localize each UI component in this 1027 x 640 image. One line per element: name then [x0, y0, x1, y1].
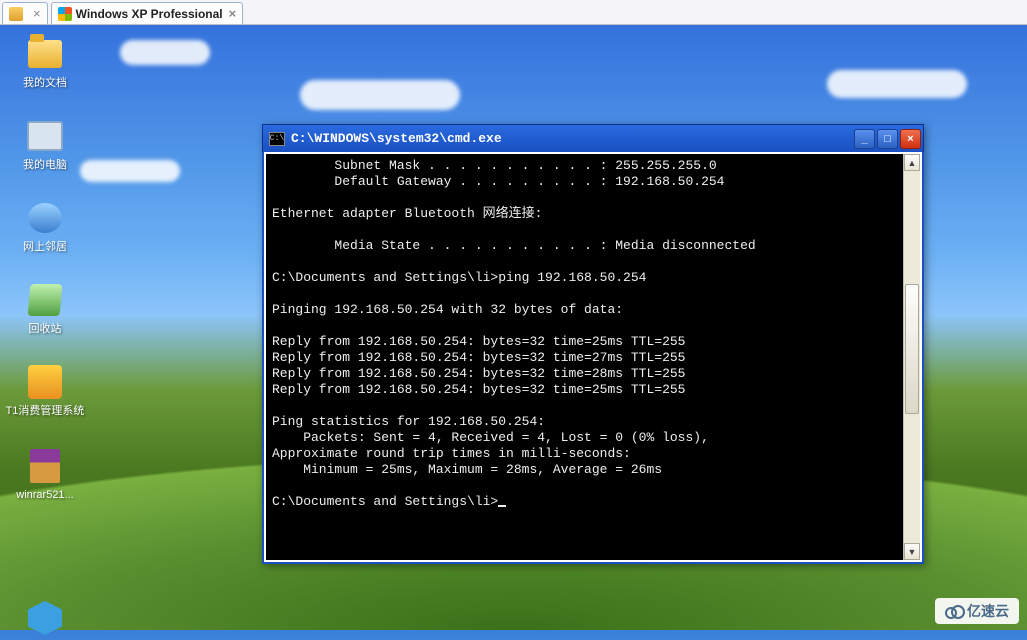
- desktop-icon-network-places[interactable]: 网上邻居: [8, 199, 82, 254]
- desktop-icon-label: 网上邻居: [8, 240, 82, 254]
- close-icon: ×: [907, 133, 913, 145]
- window-title-bar[interactable]: C:\ C:\WINDOWS\system32\cmd.exe _ □ ×: [262, 124, 924, 152]
- recycle-icon: [28, 284, 63, 316]
- desktop-icon-recycle-bin[interactable]: 回收站: [8, 281, 82, 336]
- app-icon: [28, 365, 62, 399]
- scroll-down-button[interactable]: ▼: [904, 543, 920, 560]
- vm-tab-bar: × Windows XP Professional ×: [0, 0, 1027, 25]
- desktop-icon-label: T1消费管理系统: [4, 404, 86, 418]
- desktop-icon-t1-app[interactable]: T1消费管理系统: [4, 363, 86, 418]
- window-body: Subnet Mask . . . . . . . . . . . : 255.…: [262, 152, 924, 564]
- watermark-text: 亿速云: [967, 601, 1009, 621]
- cmd-icon: C:\: [269, 132, 285, 146]
- scrollbar-thumb[interactable]: [905, 284, 919, 414]
- desktop-icon-cube[interactable]: [8, 599, 82, 640]
- windows-icon: [58, 7, 72, 21]
- cmd-window[interactable]: C:\ C:\WINDOWS\system32\cmd.exe _ □ × Su…: [262, 124, 924, 564]
- close-icon[interactable]: ×: [229, 7, 237, 20]
- cloud-icon: [945, 605, 963, 617]
- vm-tab-windows-xp[interactable]: Windows XP Professional ×: [51, 2, 244, 24]
- scroll-up-button[interactable]: ▲: [904, 154, 920, 171]
- desktop-icon-label: winrar521...: [8, 488, 82, 502]
- minimize-button[interactable]: _: [854, 129, 875, 149]
- window-title: C:\WINDOWS\system32\cmd.exe: [291, 131, 854, 146]
- desktop-icon-my-documents[interactable]: 我的文档: [8, 35, 82, 90]
- desktop-icon-label: 我的文档: [8, 76, 82, 90]
- terminal-output[interactable]: Subnet Mask . . . . . . . . . . . : 255.…: [266, 154, 903, 560]
- vm-tab-1[interactable]: ×: [2, 2, 48, 24]
- desktop-icon-winrar[interactable]: winrar521...: [8, 447, 82, 502]
- chevron-down-icon: ▼: [908, 547, 917, 557]
- vertical-scrollbar[interactable]: ▲ ▼: [903, 154, 920, 560]
- home-icon: [9, 7, 23, 21]
- globe-icon: [28, 203, 62, 233]
- minimize-icon: _: [861, 133, 867, 145]
- close-icon[interactable]: ×: [33, 7, 41, 20]
- vm-tab-label: Windows XP Professional: [76, 7, 223, 21]
- close-button[interactable]: ×: [900, 129, 921, 149]
- chevron-up-icon: ▲: [908, 158, 917, 168]
- desktop-icon-label: 回收站: [8, 322, 82, 336]
- maximize-button[interactable]: □: [877, 129, 898, 149]
- maximize-icon: □: [884, 133, 891, 145]
- folder-icon: [28, 40, 62, 68]
- desktop-icon-my-computer[interactable]: 我的电脑: [8, 117, 82, 172]
- desktop[interactable]: 我的文档 我的电脑 网上邻居 回收站 T1消费管理系统 winrar521...…: [0, 25, 1027, 630]
- archive-icon: [30, 449, 60, 483]
- desktop-icon-label: 我的电脑: [8, 158, 82, 172]
- watermark-badge: 亿速云: [935, 598, 1019, 624]
- computer-icon: [27, 121, 63, 151]
